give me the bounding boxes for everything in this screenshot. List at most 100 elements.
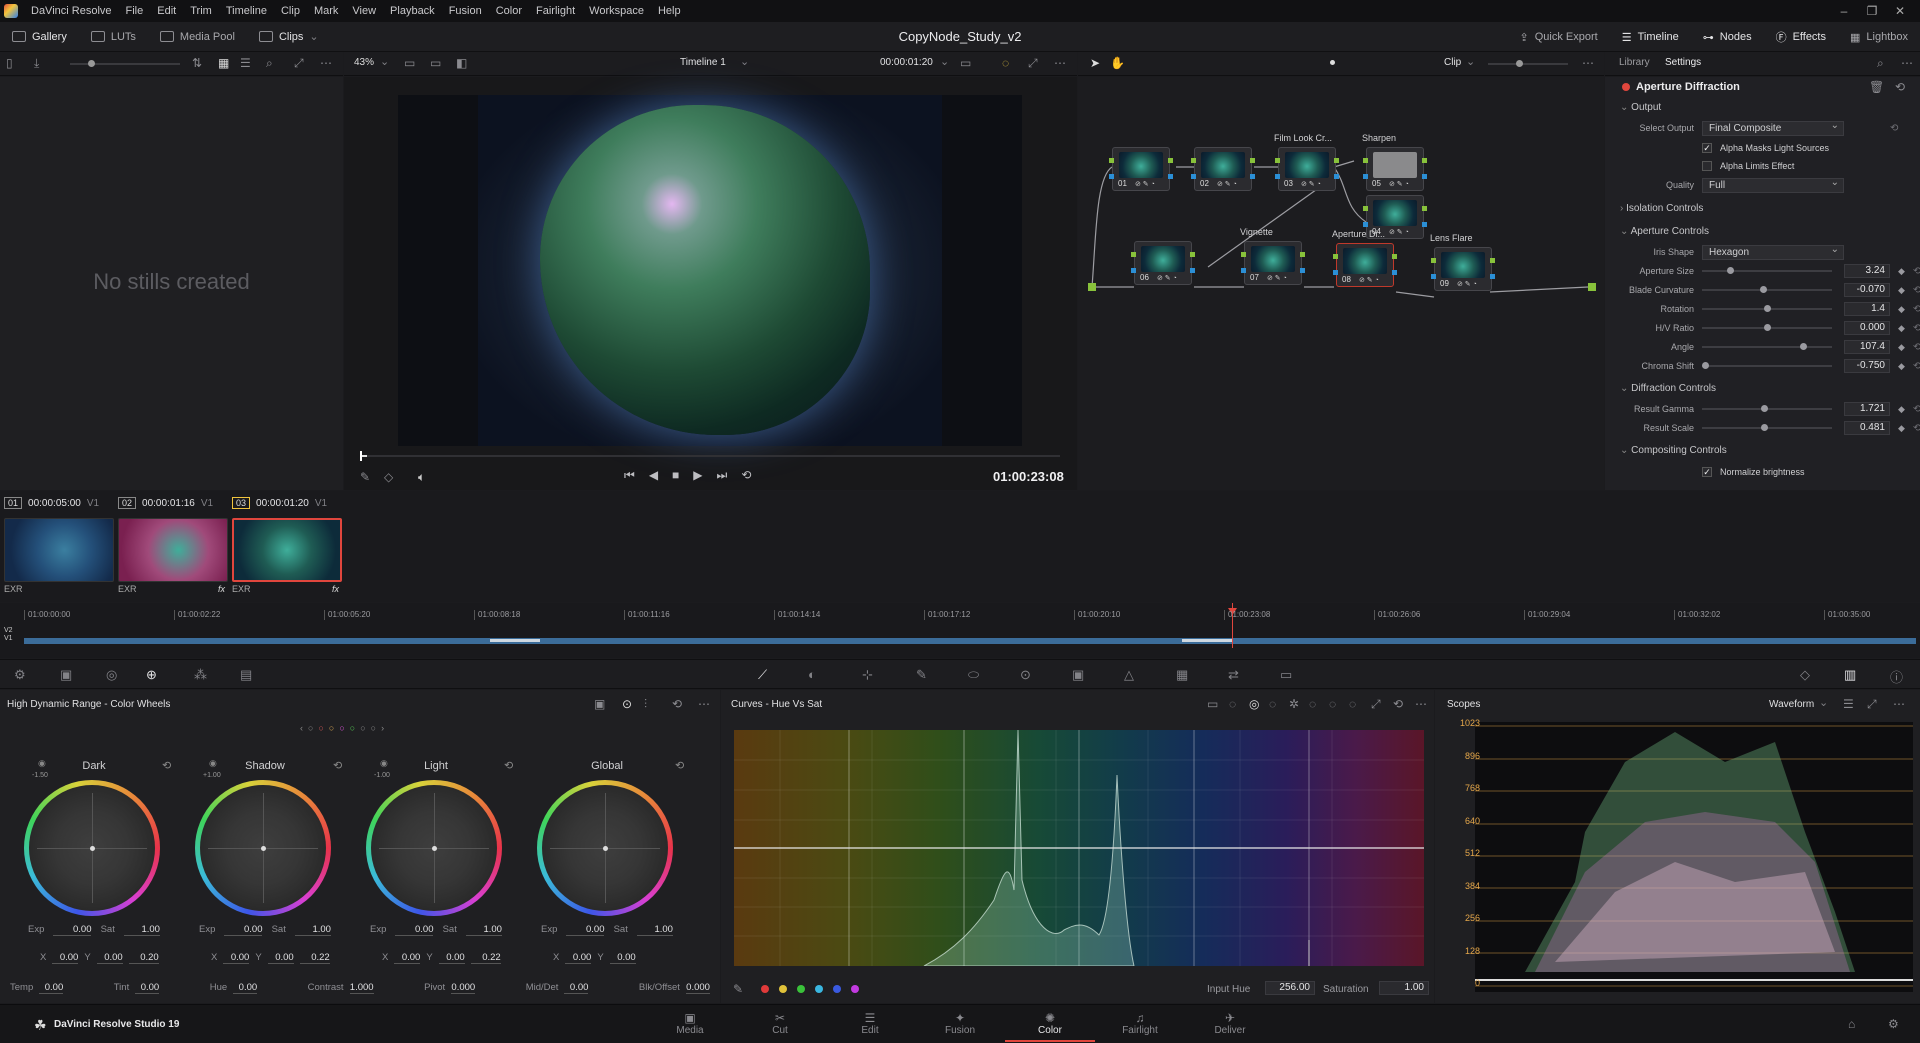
page-tab-edit[interactable]: ☰ Edit [825, 1011, 915, 1036]
sat-value[interactable]: 1.00 [123, 924, 160, 936]
node-connector[interactable] [1191, 158, 1196, 163]
node-connector[interactable] [1363, 174, 1368, 179]
node-connector[interactable] [1190, 268, 1195, 273]
sat-value[interactable]: 1.00 [465, 924, 502, 936]
slider-knob[interactable] [1763, 324, 1771, 331]
input-hue-field[interactable]: 256.00 [1265, 981, 1315, 995]
reset-icon[interactable]: ⟲ [1913, 361, 1920, 372]
node-zoom-slider[interactable] [1488, 60, 1568, 67]
zoom-level[interactable]: 43% [354, 57, 374, 68]
color-wheel-ring[interactable] [24, 780, 160, 916]
clip-thumbnail[interactable] [232, 518, 342, 582]
menu-item-clip[interactable]: Clip [274, 5, 307, 17]
footer-value[interactable]: 0.00 [135, 982, 160, 994]
more-icon[interactable]: ⋯ [1582, 56, 1594, 70]
zone-dot[interactable]: ○ [360, 723, 365, 733]
node-connector[interactable] [1250, 158, 1255, 163]
page-tab-fairlight[interactable]: ♫ Fairlight [1095, 1011, 1185, 1036]
thumb-size-slider[interactable] [70, 60, 180, 67]
footer-value[interactable]: 1.000 [349, 982, 374, 994]
page-tab-deliver[interactable]: ✈ Deliver [1185, 1011, 1275, 1036]
reset-icon[interactable]: ⟲ [675, 759, 684, 772]
node-connector[interactable] [1392, 270, 1397, 275]
node-connector[interactable] [1363, 158, 1368, 163]
node-connector[interactable] [1275, 158, 1280, 163]
reset-icon[interactable]: ⟲ [1895, 80, 1905, 94]
node-connector[interactable] [1333, 270, 1338, 275]
keyframe-icon[interactable]: ◆ [1898, 285, 1905, 296]
node-connector[interactable] [1300, 268, 1305, 273]
magic-mask-icon[interactable]: ▣ [1072, 667, 1084, 683]
clip-thumbnail[interactable] [4, 518, 114, 582]
node-connector[interactable] [1109, 174, 1114, 179]
color-match-icon[interactable]: ▣ [60, 667, 72, 683]
scrubber-bar[interactable] [360, 455, 1060, 457]
playhead[interactable] [360, 451, 362, 461]
scopes-icon[interactable]: ▥ [1844, 667, 1856, 683]
color-wheel-ring[interactable] [366, 780, 502, 916]
reset-icon[interactable]: ⟲ [1913, 304, 1920, 315]
blur-icon[interactable]: △ [1124, 667, 1134, 683]
maximize-icon[interactable]: ❐ [1858, 0, 1886, 22]
eyedropper-icon[interactable]: ✎ [733, 982, 743, 996]
expand-icon[interactable]: ⤢ [1867, 697, 1877, 712]
page-tab-fusion[interactable]: ✦ Fusion [915, 1011, 1005, 1036]
menu-item-edit[interactable]: Edit [150, 5, 183, 17]
qualifier-icon[interactable]: ⊹ [862, 667, 873, 683]
params-slider[interactable] [1702, 362, 1832, 369]
zone-knob-icon[interactable]: ◉ [380, 758, 388, 769]
stop-icon[interactable]: ■ [672, 468, 679, 483]
wheel-puck[interactable] [431, 845, 437, 851]
info-icon[interactable]: ⓘ [1890, 667, 1903, 686]
page-tab-cut[interactable]: ✂ Cut [735, 1011, 825, 1036]
more-icon[interactable]: ⋯ [1415, 697, 1427, 711]
gear-icon[interactable]: ⚙︎ [1888, 1017, 1899, 1031]
saturation-field[interactable]: 1.00 [1379, 981, 1429, 995]
tab-settings[interactable]: Settings [1665, 57, 1701, 68]
diff_params-slider[interactable] [1702, 405, 1832, 412]
wheels-mode-icon[interactable]: ⊙ [622, 697, 632, 711]
more-icon[interactable]: ⋯ [1893, 697, 1905, 711]
keyframe-icon[interactable]: ◆ [1898, 323, 1905, 334]
slider-knob[interactable] [1702, 362, 1709, 369]
viewer-options-icon[interactable]: ▭ [960, 56, 971, 70]
color-wheel-center[interactable] [542, 785, 668, 911]
reset-icon[interactable]: ⟲ [1913, 342, 1920, 353]
zone-dot[interactable]: ○ [350, 723, 355, 733]
chevron-left-icon[interactable]: ‹ [300, 723, 303, 733]
z-value[interactable]: 0.22 [299, 952, 330, 964]
node-connector[interactable] [1300, 252, 1305, 257]
params-slider[interactable] [1702, 305, 1832, 312]
view-toggle-icon[interactable]: ▣ [594, 697, 605, 711]
diff_params-value[interactable]: 1.721 [1844, 402, 1890, 416]
section-aperture[interactable]: Aperture Controls [1620, 226, 1709, 237]
params-value[interactable]: 1.4 [1844, 302, 1890, 316]
reverse-icon[interactable]: ◀︎ [649, 468, 658, 483]
curve-mode-icon[interactable]: ✲ [1289, 697, 1299, 711]
effects-toggle-button[interactable]: Ⓕ Effects [1764, 29, 1838, 45]
hue-swatch[interactable] [851, 985, 859, 993]
x-value[interactable]: 0.00 [565, 952, 592, 964]
menu-item-color[interactable]: Color [489, 5, 529, 17]
more-icon[interactable]: ⋯ [698, 697, 710, 711]
slider-knob[interactable] [1761, 424, 1769, 431]
menu-item-timeline[interactable]: Timeline [219, 5, 274, 17]
tracker-icon[interactable]: ⊙ [1020, 667, 1031, 683]
select-output-dropdown[interactable]: Final Composite [1702, 119, 1844, 136]
sat-value[interactable]: 1.00 [294, 924, 331, 936]
curve-mode-icon[interactable]: ◌ [1349, 697, 1356, 711]
zone-dot[interactable]: ○ [329, 723, 334, 733]
exp-value[interactable]: 0.00 [224, 924, 263, 936]
node-connector[interactable] [1431, 274, 1436, 279]
color-wheel-ring[interactable] [195, 780, 331, 916]
reset-icon[interactable]: ⟲ [504, 759, 513, 772]
hue-swatch[interactable] [761, 985, 769, 993]
footer-value[interactable]: 0.000 [451, 982, 476, 994]
node-connector[interactable] [1422, 174, 1427, 179]
bars-mode-icon[interactable]: ⫶ [644, 697, 647, 712]
reset-icon[interactable]: ⟲ [1890, 123, 1898, 134]
x-value[interactable]: 0.00 [52, 952, 79, 964]
curve-mode-icon[interactable]: ◌ [1269, 697, 1276, 711]
curves-icon[interactable]: ⟋ [758, 667, 767, 683]
node-connector[interactable] [1168, 158, 1173, 163]
